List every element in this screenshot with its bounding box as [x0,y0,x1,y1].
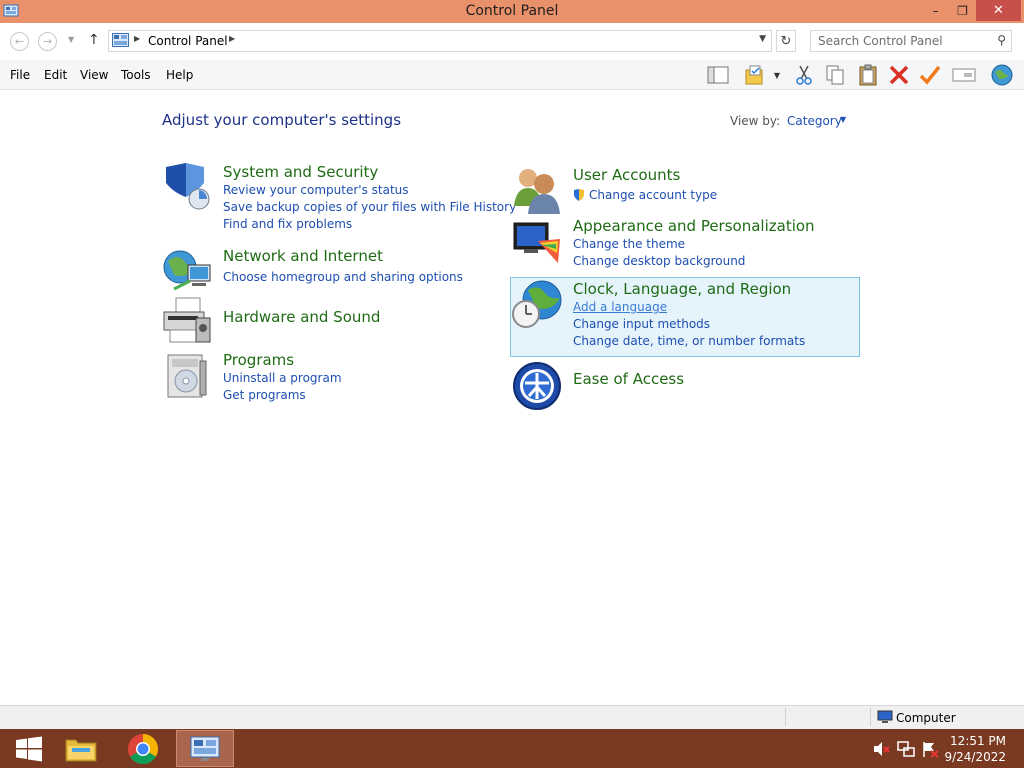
ease-of-access-icon[interactable] [512,361,562,411]
uac-shield-icon [574,189,584,201]
file-explorer-taskbar-button[interactable] [52,730,110,767]
folder-icon [65,739,97,761]
category-title[interactable]: Appearance and Personalization [573,217,815,235]
task-link[interactable]: Find and fix problems [223,217,352,231]
task-link[interactable]: Change account type [589,188,717,202]
status-bar: Computer [0,705,1024,729]
computer-icon [877,710,893,723]
chrome-icon [127,733,159,764]
search-box[interactable]: ⚲ [810,30,1012,52]
control-panel-content: Adjust your computer's settings View by:… [0,91,1024,705]
address-bar[interactable]: ▶ Control Panel ▶ ▼ [108,30,772,52]
address-dropdown-icon[interactable]: ▼ [759,34,766,44]
page-title: Adjust your computer's settings [162,111,402,129]
back-button[interactable]: ← [10,32,29,51]
windows-logo-icon [16,736,42,761]
action-center-icon[interactable] [921,740,939,758]
refresh-button[interactable]: ↻ [776,30,796,52]
rename-icon[interactable] [951,63,977,87]
category-title[interactable]: Programs [223,351,294,369]
layout-icon[interactable] [705,63,731,87]
control-panel-icon [190,736,220,761]
recent-locations-button[interactable]: ▼ [68,35,74,44]
task-link-hovered[interactable]: Add a language [573,300,667,314]
task-link[interactable]: Uninstall a program [223,371,342,385]
control-panel-icon [112,33,129,47]
status-location: Computer [896,711,956,725]
status-divider [785,708,786,726]
programs-icon[interactable] [162,351,212,401]
category-title[interactable]: System and Security [223,163,378,181]
breadcrumb-separator-icon[interactable]: ▶ [134,34,140,43]
task-link[interactable]: Choose homegroup and sharing options [223,270,463,284]
taskbar: 12:51 PM 9/24/2022 [0,729,1024,768]
menu-file[interactable]: File [10,68,30,82]
breadcrumb-separator-icon[interactable]: ▶ [229,34,235,43]
volume-muted-icon[interactable] [872,740,890,758]
chrome-taskbar-button[interactable] [114,730,172,767]
task-link[interactable]: Change input methods [573,317,710,331]
folder-options-icon[interactable] [742,63,768,87]
users-icon[interactable] [512,166,562,216]
menu-edit[interactable]: Edit [44,68,67,82]
cut-icon[interactable] [791,63,817,87]
up-arrow-icon: ↑ [88,32,100,48]
task-link[interactable]: Change date, time, or number formats [573,334,805,348]
task-link[interactable]: Review your computer's status [223,183,409,197]
category-title[interactable]: Network and Internet [223,247,383,265]
category-title[interactable]: User Accounts [573,166,680,184]
category-title[interactable]: Ease of Access [573,370,684,388]
folder-options-dropdown-icon[interactable]: ▼ [768,63,786,87]
clock-date: 9/24/2022 [944,750,1006,764]
task-link[interactable]: Change the theme [573,237,685,251]
up-button[interactable]: ↑ [88,32,100,48]
network-status-icon[interactable] [897,740,915,758]
back-arrow-icon: ← [14,35,25,48]
printer-icon[interactable] [162,296,212,346]
paste-icon[interactable] [855,63,881,87]
refresh-icon: ↻ [780,33,792,49]
menu-view[interactable]: View [80,68,108,82]
menu-tools[interactable]: Tools [121,68,151,82]
delete-icon[interactable] [886,63,912,87]
search-icon[interactable]: ⚲ [997,33,1006,47]
check-icon[interactable] [917,63,943,87]
address-row: ← → ▼ ↑ ▶ Control Panel ▶ ▼ ↻ ⚲ [0,23,1024,60]
close-button[interactable]: ✕ [976,0,1021,21]
menu-help[interactable]: Help [166,68,193,82]
search-input[interactable] [818,34,988,48]
clock-globe-icon[interactable] [512,280,562,330]
category-title[interactable]: Hardware and Sound [223,308,380,326]
view-by-label: View by: [730,114,781,128]
view-by-chevron-down-icon[interactable]: ▼ [840,115,846,124]
forward-arrow-icon: → [42,35,53,48]
task-link[interactable]: Get programs [223,388,306,402]
security-shield-icon[interactable] [162,163,212,213]
control-panel-taskbar-button[interactable] [176,730,234,767]
copy-icon[interactable] [822,63,848,87]
network-globe-icon[interactable] [162,247,212,297]
minimize-button[interactable]: – [922,0,949,21]
appearance-icon[interactable] [512,217,562,267]
category-title[interactable]: Clock, Language, and Region [573,280,791,298]
system-clock[interactable]: 12:51 PM 9/24/2022 [944,733,1006,765]
start-button[interactable] [0,730,58,767]
network-globe-icon[interactable] [989,63,1015,87]
task-link[interactable]: Save backup copies of your files with Fi… [223,200,516,214]
forward-button[interactable]: → [38,32,57,51]
restore-button[interactable]: ❐ [949,0,976,21]
title-bar: Control Panel – ❐ ✕ [0,0,1024,23]
status-divider [870,708,871,726]
task-link[interactable]: Change desktop background [573,254,745,268]
menu-bar: File Edit View Tools Help ▼ [0,60,1024,90]
breadcrumb-control-panel[interactable]: Control Panel [148,34,228,48]
view-by-dropdown[interactable]: Category [787,114,842,128]
clock-time: 12:51 PM [950,734,1006,748]
window-title: Control Panel [465,3,559,19]
